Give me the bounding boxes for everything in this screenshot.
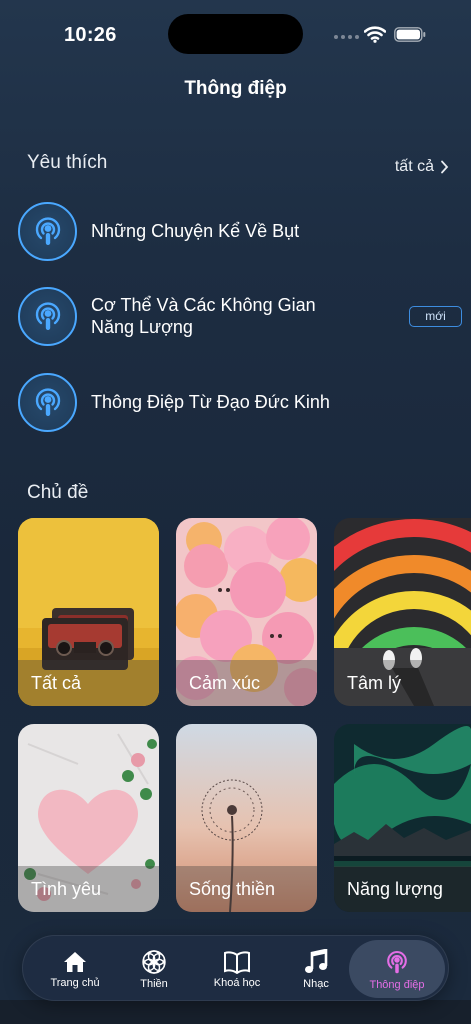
tab-label: Thiền — [140, 977, 168, 990]
dynamic-island — [168, 14, 303, 54]
topic-label: Cảm xúc — [176, 660, 317, 706]
topic-label: Tất cả — [18, 660, 159, 706]
book-icon — [224, 950, 250, 974]
topic-card-love[interactable]: Tình yêu — [18, 724, 159, 912]
topics-title: Chủ đề — [27, 482, 89, 503]
topic-label: Sống thiền — [176, 866, 317, 912]
signal-icon — [334, 35, 359, 39]
tab-label: Thông điệp — [369, 978, 425, 991]
tab-meditation[interactable]: Thiền — [119, 936, 189, 1002]
topic-label: Năng lượng — [334, 866, 471, 912]
tab-label: Nhạc — [303, 977, 329, 990]
favorite-item[interactable]: Thông Điệp Từ Đạo Đức Kinh — [18, 372, 458, 432]
tab-music[interactable]: Nhạc — [283, 936, 349, 1002]
favorite-item[interactable]: Cơ Thể Và Các Không Gian Năng Lượng mới — [18, 286, 462, 346]
topic-card-mindful-living[interactable]: Sống thiền — [176, 724, 317, 912]
battery-icon — [394, 27, 426, 42]
podcast-icon — [18, 286, 77, 346]
podcast-icon — [387, 950, 407, 973]
home-icon — [64, 951, 86, 972]
topic-label: Tình yêu — [18, 866, 159, 912]
tab-label: Trang chủ — [50, 976, 100, 989]
bottom-content-peek — [0, 1000, 471, 1024]
page-title: Thông điệp — [184, 78, 287, 99]
status-bar: 10:26 — [0, 0, 471, 70]
lotus-icon — [142, 949, 166, 974]
favorite-item[interactable]: Những Chuyện Kể Về Bụt — [18, 201, 458, 261]
tab-label: Khoá học — [213, 976, 261, 989]
chevron-right-icon — [441, 160, 449, 174]
wifi-icon — [364, 26, 386, 43]
music-icon — [305, 948, 328, 973]
status-time: 10:26 — [64, 24, 117, 46]
see-all-label: tất cả — [394, 158, 434, 175]
topic-label: Tâm lý — [334, 660, 471, 706]
favorite-label: Cơ Thể Và Các Không Gian Năng Lượng — [91, 295, 316, 337]
favorites-title: Yêu thích — [27, 152, 108, 173]
topic-card-psychology[interactable]: Tâm lý — [334, 518, 471, 706]
new-badge: mới — [409, 306, 462, 327]
podcast-icon — [18, 372, 77, 432]
favorite-label: Những Chuyện Kể Về Bụt — [91, 221, 300, 241]
tab-messages[interactable]: Thông điệp — [349, 940, 445, 998]
tab-home[interactable]: Trang chủ — [37, 936, 113, 1002]
favorite-label: Thông Điệp Từ Đạo Đức Kinh — [91, 392, 330, 412]
topic-card-all[interactable]: Tất cả — [18, 518, 159, 706]
see-all-link[interactable]: tất cả — [395, 158, 449, 176]
topic-card-emotion[interactable]: Cảm xúc — [176, 518, 317, 706]
tab-courses[interactable]: Khoá học — [199, 936, 275, 1002]
tab-bar: Trang chủ Thiền Khoá học Nhạc Thông điệp — [22, 935, 449, 1001]
podcast-icon — [18, 201, 77, 261]
topic-card-energy[interactable]: Năng lượng — [334, 724, 471, 912]
